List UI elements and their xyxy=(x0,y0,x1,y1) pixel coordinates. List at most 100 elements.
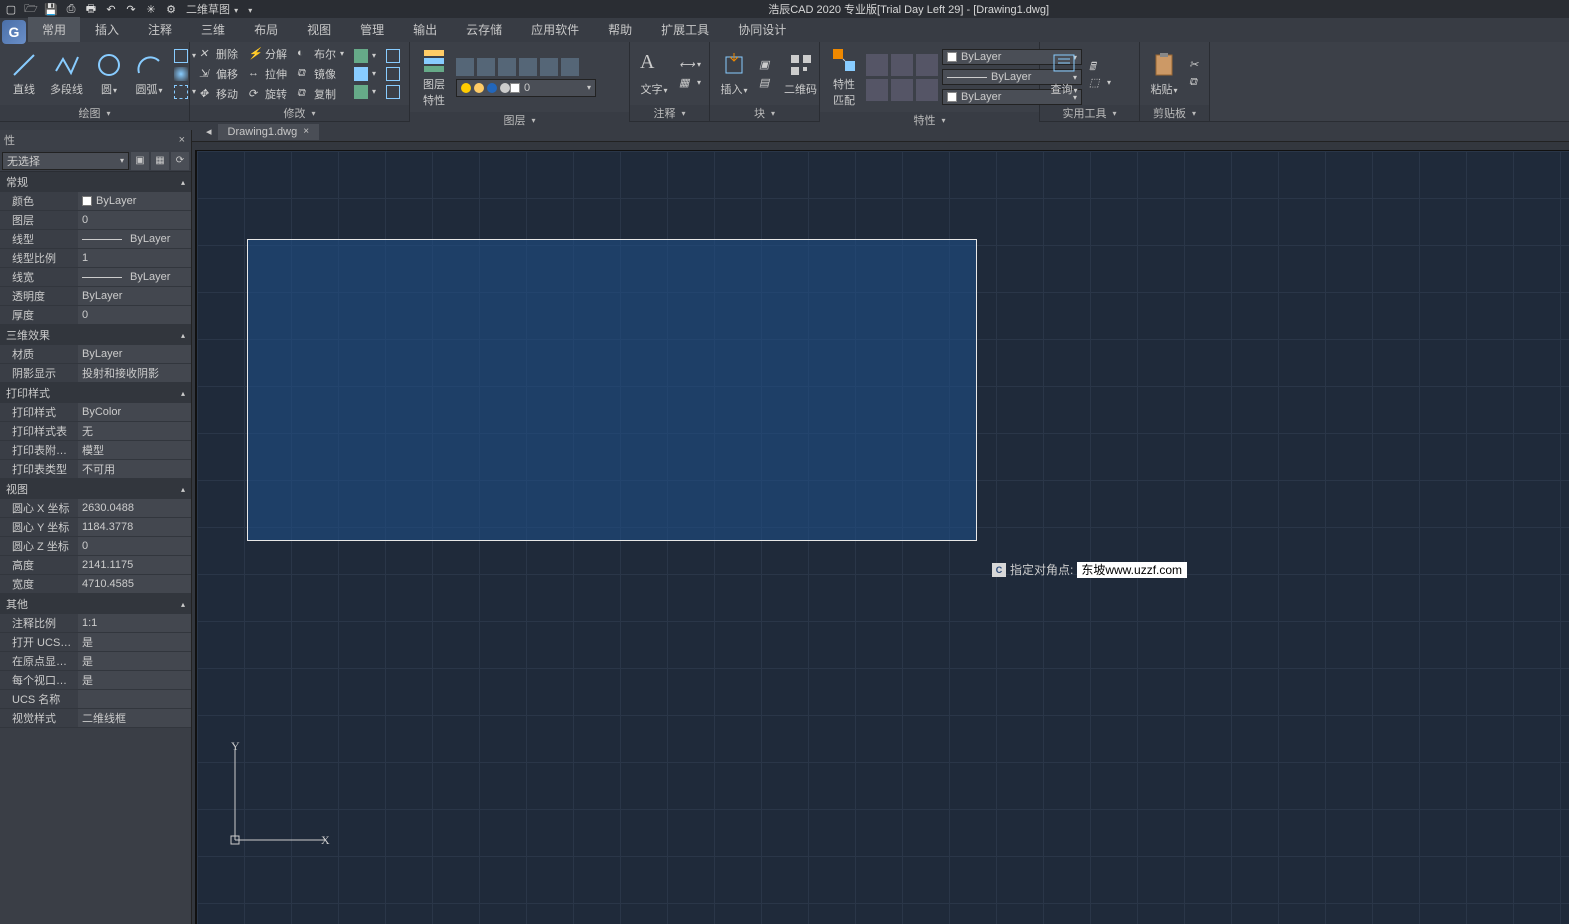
table-button[interactable]: ▦▾ xyxy=(676,75,704,91)
layer-tool-3[interactable] xyxy=(498,58,516,76)
layer-properties-button[interactable]: 图层 特性 xyxy=(416,44,452,110)
panel-title-modify[interactable]: 修改 xyxy=(190,105,409,121)
tab-云存储[interactable]: 云存储 xyxy=(452,17,516,42)
prop-value[interactable]: 0 xyxy=(78,211,191,229)
prop-tool-2[interactable]: ▦ xyxy=(151,152,169,170)
arc-button[interactable]: 圆弧▾ xyxy=(131,49,167,99)
prop-value[interactable]: 2630.0488 xyxy=(78,499,191,517)
text-button[interactable]: A 文字▾ xyxy=(636,49,672,99)
prop-value[interactable]: 2141.1175 xyxy=(78,556,191,574)
print-icon[interactable]: 🖶 xyxy=(84,2,98,16)
dim-button[interactable]: ⟷▾ xyxy=(676,57,704,73)
line-button[interactable]: 直线 xyxy=(6,49,42,99)
layer-combo[interactable]: 0 ▾ xyxy=(456,79,596,97)
prop-value[interactable]: 1 xyxy=(78,249,191,267)
prop-value[interactable]: 二维线框 xyxy=(78,709,191,727)
prop-tool-1[interactable]: ▣ xyxy=(131,152,149,170)
prop-value[interactable]: 0 xyxy=(78,306,191,324)
stretch-button[interactable]: ↔拉伸 xyxy=(245,65,290,83)
cut-button[interactable]: ✂ xyxy=(1186,57,1206,73)
prop-value[interactable]: ByColor xyxy=(78,403,191,421)
prop-value[interactable]: ByLayer xyxy=(78,230,191,248)
prop-group-三维效果[interactable]: 三维效果 xyxy=(0,325,191,345)
paste-button[interactable]: 粘贴▾ xyxy=(1146,49,1182,99)
tab-注释[interactable]: 注释 xyxy=(134,17,186,42)
layer-tool-4[interactable] xyxy=(519,58,537,76)
modify-extra-6[interactable] xyxy=(383,84,403,100)
prop-value[interactable]: ByLayer xyxy=(78,268,191,286)
redo-icon[interactable]: ↷ xyxy=(124,2,138,16)
props-grid-4[interactable] xyxy=(866,79,888,101)
prop-value[interactable]: 是 xyxy=(78,671,191,689)
prop-group-常规[interactable]: 常规 xyxy=(0,172,191,192)
prop-value[interactable]: ByLayer xyxy=(78,287,191,305)
tab-布局[interactable]: 布局 xyxy=(240,17,292,42)
document-tab[interactable]: Drawing1.dwg × xyxy=(218,124,320,140)
close-icon[interactable]: × xyxy=(179,134,185,146)
tab-协同设计[interactable]: 协同设计 xyxy=(724,17,800,42)
rotate-button[interactable]: ⟳旋转 xyxy=(245,85,290,103)
layer-tool-2[interactable] xyxy=(477,58,495,76)
select-button[interactable]: ⬚▾ xyxy=(1086,75,1114,91)
props-grid-1[interactable] xyxy=(866,54,888,76)
prop-value[interactable]: 1:1 xyxy=(78,614,191,632)
open-icon[interactable]: 🗁 xyxy=(24,2,38,16)
match-properties-button[interactable]: 特性 匹配 xyxy=(826,44,862,110)
save-icon[interactable]: 💾 xyxy=(44,2,58,16)
explode-button[interactable]: ⚡分解 xyxy=(245,45,290,63)
copy-clip-button[interactable]: ⧉ xyxy=(1186,75,1206,91)
calc-button[interactable]: 🖩 xyxy=(1086,57,1114,73)
prop-tool-3[interactable]: ⟳ xyxy=(171,152,189,170)
tab-视图[interactable]: 视图 xyxy=(293,17,345,42)
move-button[interactable]: ✥移动 xyxy=(196,85,241,103)
qr-button[interactable]: 二维码 xyxy=(780,49,821,99)
modify-extra-4[interactable] xyxy=(383,48,403,64)
tab-管理[interactable]: 管理 xyxy=(346,17,398,42)
prop-value[interactable]: 不可用 xyxy=(78,460,191,478)
bool-button[interactable]: ◐布尔▾ xyxy=(294,45,347,63)
prop-value[interactable]: 模型 xyxy=(78,441,191,459)
layer-tool-5[interactable] xyxy=(540,58,558,76)
prop-value[interactable]: ByLayer xyxy=(78,345,191,363)
props-grid-6[interactable] xyxy=(916,79,938,101)
tab-三维[interactable]: 三维 xyxy=(187,17,239,42)
mirror-button[interactable]: ⧉镜像 xyxy=(294,65,347,83)
prop-value[interactable]: 无 xyxy=(78,422,191,440)
layer-tool-6[interactable] xyxy=(561,58,579,76)
tab-常用[interactable]: 常用 xyxy=(28,17,80,42)
prop-value[interactable]: 是 xyxy=(78,652,191,670)
props-grid-5[interactable] xyxy=(891,79,913,101)
circle-button[interactable]: 圆▾ xyxy=(91,49,127,99)
panel-title-layer[interactable]: 图层 xyxy=(410,112,629,128)
workspace-dropdown[interactable]: 二维草图 ▾ ▾ xyxy=(186,1,252,17)
prop-value[interactable]: ByLayer xyxy=(78,192,191,210)
layer-tool-1[interactable] xyxy=(456,58,474,76)
new-icon[interactable]: ▢ xyxy=(4,2,18,16)
modify-extra-3[interactable]: ▾ xyxy=(351,84,379,100)
panel-title-props[interactable]: 特性 xyxy=(820,112,1039,128)
tab-应用软件[interactable]: 应用软件 xyxy=(517,17,593,42)
doc-close-icon[interactable]: × xyxy=(303,126,309,137)
tab-插入[interactable]: 插入 xyxy=(81,17,133,42)
copy-button[interactable]: ⧉复制 xyxy=(294,85,347,103)
panel-title-block[interactable]: 块 xyxy=(710,105,819,121)
query-button[interactable]: 查询▾ xyxy=(1046,49,1082,99)
delete-button[interactable]: ✕删除 xyxy=(196,45,241,63)
prop-group-打印样式[interactable]: 打印样式 xyxy=(0,383,191,403)
block-edit[interactable]: ▤ xyxy=(756,75,776,91)
props-grid-3[interactable] xyxy=(916,54,938,76)
tab-扩展工具[interactable]: 扩展工具 xyxy=(647,17,723,42)
prop-group-视图[interactable]: 视图 xyxy=(0,479,191,499)
prop-value[interactable]: 4710.4585 xyxy=(78,575,191,593)
saveas-icon[interactable]: ⎙ xyxy=(64,2,78,16)
gear-icon[interactable]: ⚙ xyxy=(164,2,178,16)
tab-帮助[interactable]: 帮助 xyxy=(594,17,646,42)
prop-value[interactable]: 是 xyxy=(78,633,191,651)
command-input[interactable] xyxy=(1077,562,1187,578)
tab-prev-icon[interactable]: ◂ xyxy=(206,125,212,138)
prop-value[interactable]: 1184.3778 xyxy=(78,518,191,536)
modify-extra-1[interactable]: ▾ xyxy=(351,48,379,64)
prop-value[interactable]: 0 xyxy=(78,537,191,555)
insert-block-button[interactable]: 插入▾ xyxy=(716,49,752,99)
app-logo-icon[interactable]: G xyxy=(2,20,26,44)
